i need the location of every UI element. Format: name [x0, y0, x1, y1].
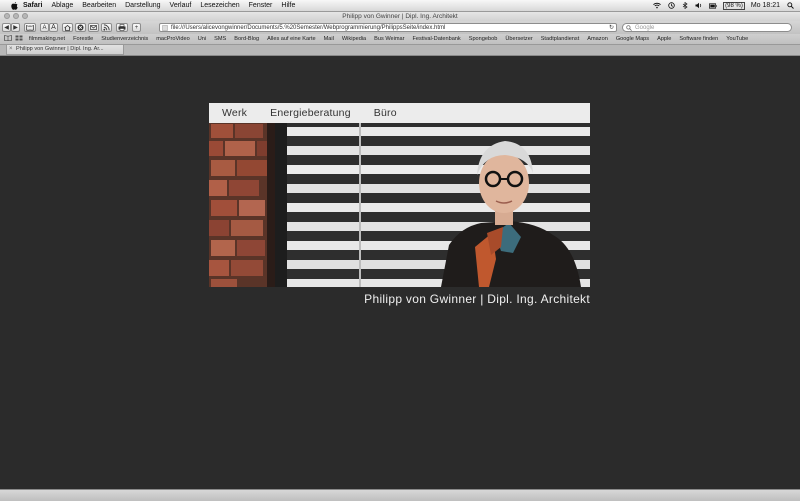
- safari-stop-icon[interactable]: [75, 23, 86, 32]
- volume-icon[interactable]: [695, 2, 703, 9]
- search-field[interactable]: Google: [622, 23, 792, 32]
- menu-bearbeiten[interactable]: Bearbeiten: [82, 2, 116, 9]
- bluetooth-icon[interactable]: [681, 2, 689, 9]
- bookmark-item[interactable]: macProVideo: [156, 36, 189, 42]
- battery-percentage: (98 %): [723, 1, 745, 10]
- close-window-icon[interactable]: [4, 13, 10, 19]
- menubar-clock[interactable]: Mo 18:21: [751, 2, 780, 9]
- menu-hilfe[interactable]: Hilfe: [281, 2, 295, 9]
- wifi-icon[interactable]: [653, 2, 661, 9]
- mail-icon[interactable]: [88, 23, 99, 32]
- time-machine-icon[interactable]: [667, 2, 675, 9]
- reload-icon[interactable]: ↻: [609, 24, 614, 31]
- bookmark-item[interactable]: YouTube: [726, 36, 748, 42]
- bookmark-item[interactable]: Bus Weimar: [374, 36, 404, 42]
- menu-ablage[interactable]: Ablage: [51, 2, 73, 9]
- bookmark-item[interactable]: SMS: [214, 36, 226, 42]
- add-bookmark-button[interactable]: +: [132, 23, 141, 32]
- bookmark-item[interactable]: Festival-Datenbank: [413, 36, 461, 42]
- window-titlebar: Philipp von Gwinner | Dipl. Ing. Archite…: [0, 12, 800, 21]
- bookmark-item[interactable]: Mail: [324, 36, 334, 42]
- bookmark-item[interactable]: Studienverzeichnis: [101, 36, 148, 42]
- site-caption: Philipp von Gwinner | Dipl. Ing. Archite…: [364, 292, 590, 306]
- file-favicon: [162, 25, 168, 31]
- search-placeholder: Google: [635, 25, 655, 31]
- tab-active[interactable]: × Philipp von Gwinner | Dipl. Ing. Ar...: [6, 45, 124, 55]
- bookmark-item[interactable]: Spongebob: [469, 36, 498, 42]
- menu-darstellung[interactable]: Darstellung: [125, 2, 160, 9]
- reading-list-icon[interactable]: [24, 23, 36, 32]
- bookmark-folder-uebersetzer[interactable]: Übersetzer: [505, 36, 532, 42]
- macos-menubar: Safari Ablage Bearbeiten Darstellung Ver…: [0, 0, 800, 12]
- rss-icon[interactable]: [101, 23, 112, 32]
- bookmark-item[interactable]: Stadtplandienst: [541, 36, 580, 42]
- text-larger-button[interactable]: A: [49, 23, 58, 32]
- close-tab-icon[interactable]: ×: [9, 45, 13, 54]
- spotlight-icon[interactable]: [786, 2, 794, 9]
- bookmark-item[interactable]: Apple: [657, 36, 671, 42]
- address-url: file:///Users/alicevongwinner/Documents/…: [171, 25, 446, 31]
- bookmark-item[interactable]: Bord-Blog: [234, 36, 259, 42]
- menu-app-safari[interactable]: Safari: [23, 2, 42, 9]
- print-icon[interactable]: [116, 23, 128, 32]
- search-icon: [626, 25, 632, 31]
- bookmark-item[interactable]: Google Maps: [616, 36, 649, 42]
- bookmarks-icons: [4, 35, 23, 43]
- nav-link-buero[interactable]: Büro: [374, 107, 397, 119]
- bookmarks-bar: filmmaking.net Forestle Studienverzeichn…: [0, 34, 800, 45]
- text-smaller-button[interactable]: A: [40, 23, 49, 32]
- top-sites-icon[interactable]: [15, 35, 23, 43]
- site-navigation: Werk Energieberatung Büro: [209, 103, 590, 123]
- menu-fenster[interactable]: Fenster: [249, 2, 273, 9]
- window-controls: [4, 13, 28, 19]
- menubar-status-area: (98 %) Mo 18:21: [653, 0, 794, 11]
- window-title: Philipp von Gwinner | Dipl. Ing. Archite…: [342, 13, 458, 20]
- minimize-window-icon[interactable]: [13, 13, 19, 19]
- hero-photo: [209, 123, 590, 287]
- browser-status-bar: [0, 489, 800, 501]
- bookmark-item[interactable]: Wikipedia: [342, 36, 366, 42]
- browser-toolbar: ◀ ▶ A A + file:///Users/alicevongwinner/…: [0, 21, 800, 34]
- window-frame: [275, 123, 287, 287]
- zoom-window-icon[interactable]: [22, 13, 28, 19]
- bookmark-item[interactable]: Amazon: [587, 36, 608, 42]
- web-content: Werk Energieberatung Büro Philipp von Gw…: [0, 56, 800, 489]
- menu-lesezeichen[interactable]: Lesezeichen: [200, 2, 239, 9]
- back-button[interactable]: ◀: [2, 23, 11, 32]
- apple-menu-icon[interactable]: [10, 1, 18, 10]
- bookmark-item[interactable]: Uni: [198, 36, 206, 42]
- bookmark-item[interactable]: Alles auf eine Karte: [267, 36, 316, 42]
- bookmark-item[interactable]: filmmaking.net: [29, 36, 65, 42]
- brick-wall: [209, 123, 275, 287]
- address-bar[interactable]: file:///Users/alicevongwinner/Documents/…: [159, 23, 617, 32]
- nav-link-energieberatung[interactable]: Energieberatung: [270, 107, 351, 119]
- forward-button[interactable]: ▶: [11, 23, 20, 32]
- tab-label: Philipp von Gwinner | Dipl. Ing. Ar...: [16, 46, 104, 52]
- menu-verlauf[interactable]: Verlauf: [170, 2, 192, 9]
- bookmark-item[interactable]: Forestle: [73, 36, 93, 42]
- bookmark-item[interactable]: Software finden: [679, 36, 718, 42]
- home-icon[interactable]: [62, 23, 73, 32]
- bookmarks-book-icon[interactable]: [4, 35, 12, 43]
- tab-strip: × Philipp von Gwinner | Dipl. Ing. Ar...: [0, 45, 800, 56]
- nav-link-werk[interactable]: Werk: [222, 107, 247, 119]
- battery-icon[interactable]: [709, 2, 717, 9]
